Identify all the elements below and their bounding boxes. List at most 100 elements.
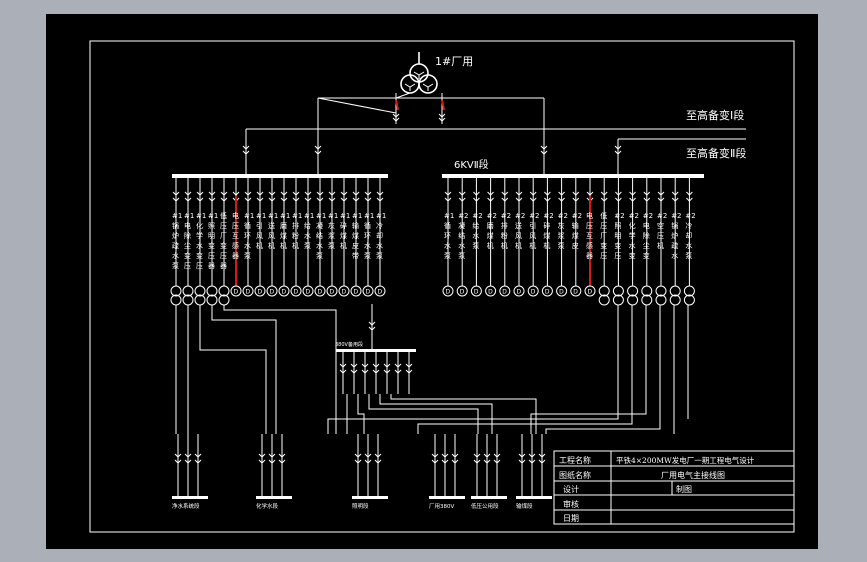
- bus-6kv-2: [442, 174, 704, 178]
- left-feeder-char: #1: [244, 212, 254, 220]
- left-feeder-char: 浆: [328, 231, 335, 240]
- right-feeder-10: 电压互感器 D: [584, 178, 596, 297]
- left-feeder-char: 给: [304, 221, 311, 230]
- right-feeder-char: 低: [600, 211, 607, 220]
- left-feeder-char: 泵: [328, 242, 335, 250]
- bus-380v-aux: [336, 349, 416, 352]
- right-feeder-char: #2: [501, 212, 511, 220]
- right-feeder-char: #2: [458, 212, 468, 220]
- left-feeder-char: 循: [364, 221, 371, 230]
- feed1-label: 至高备变Ⅰ段: [686, 108, 744, 122]
- bottom-bus-1: 化学水段: [256, 434, 292, 510]
- aux-feeder-5: [394, 352, 402, 394]
- right-feeder-char: 变: [614, 241, 621, 250]
- left-feeder-char: 输: [352, 221, 359, 230]
- right-feeder-17: #2冷却水泵: [683, 178, 696, 306]
- left-feeder-char: 环: [364, 232, 371, 240]
- right-feeder-char: 泵: [558, 242, 565, 250]
- right-feeder-char: 机: [657, 241, 664, 250]
- route-6: [357, 394, 365, 434]
- right-feeder-char: 泵: [685, 252, 692, 260]
- left-feeder-char: 明: [208, 232, 215, 240]
- motor-symbol: D: [378, 289, 383, 296]
- right-feeder-char: 结: [458, 231, 465, 240]
- aux-feeder-6: [405, 352, 413, 394]
- motor-symbol: D: [306, 289, 311, 296]
- left-feeder-char: 泵: [364, 252, 371, 260]
- right-feeder-char: 变: [600, 241, 607, 250]
- bottom-bus-bar: [256, 496, 292, 499]
- left-feeder-char: 水: [196, 241, 203, 250]
- right-feeder-3: #2磨煤机 D: [485, 178, 497, 297]
- left-feeder-char: 送: [268, 221, 275, 230]
- right-feeder-char: 输: [572, 221, 579, 230]
- left-feeder-char: 器: [220, 262, 227, 270]
- motor-symbol: D: [531, 289, 536, 296]
- left-feeder-char: 低: [220, 211, 227, 220]
- right-feeder-char: 碎: [543, 221, 550, 230]
- title-block-project-value: 平铁4×200MW发电厂一期工程电气设计: [616, 455, 755, 465]
- left-feeder-char: #1: [256, 212, 266, 220]
- motor-symbol: D: [294, 289, 299, 296]
- right-feeder-char: 给: [472, 221, 479, 230]
- title-block-drawing-value: 厂用电气主接线图: [661, 470, 725, 480]
- right-feeder-5: #2送风机 D: [513, 178, 525, 297]
- bottom-bus-2: 照明段: [352, 434, 388, 510]
- left-feeder-5: 电压互感器 D: [230, 178, 242, 297]
- left-feeder-char: 水: [364, 241, 371, 250]
- route-8: [379, 394, 493, 434]
- right-feeder-char: 却: [685, 231, 692, 240]
- right-feeder-char: 煤: [487, 231, 494, 240]
- right-feeder-char: #2: [543, 212, 553, 220]
- bottom-bus-label: 净水系统段: [172, 502, 200, 510]
- right-feeder-char: 环: [444, 232, 451, 240]
- left-feeder-char: 碎: [340, 221, 347, 230]
- right-feeder-char: 压: [614, 252, 621, 260]
- bottom-bus-bar: [352, 496, 388, 499]
- left-feeder-char: 泵: [304, 242, 311, 250]
- right-feeder-group: #1循环水泵D#2凝结水泵D#2给水泵D#2磨煤机D#2排粉机D#2送风机D#2…: [442, 178, 696, 306]
- right-feeder-char: 水: [671, 251, 678, 260]
- right-feeder-11: 低压厂变压: [598, 178, 610, 306]
- left-feeder-char: 机: [292, 241, 299, 250]
- left-feeder-char: #1: [376, 212, 386, 220]
- right-feeder-8: #2灰浆泵 D: [556, 178, 568, 297]
- right-feeder-char: 水: [458, 241, 465, 250]
- right-feeder-char: 机: [515, 241, 522, 250]
- motor-symbol: D: [545, 289, 550, 296]
- left-feeder-char: 泵: [244, 252, 251, 260]
- left-feeder-char: 排: [292, 221, 299, 230]
- left-feeder-char: 水: [244, 241, 251, 250]
- left-feeder-char: 器: [208, 262, 215, 270]
- left-feeder-char: 互: [232, 232, 239, 240]
- left-feeder-char: 除: [184, 231, 191, 240]
- title-block-date-label: 日期: [563, 514, 579, 523]
- left-feeder-char: 冷: [376, 221, 383, 230]
- right-feeder-9: #2输煤皮 D: [570, 178, 582, 297]
- right-feeder-char: 机: [529, 241, 536, 250]
- left-feeder-char: 感: [232, 241, 239, 250]
- right-feeder-char: #2: [671, 212, 681, 220]
- right-feeder-14: #2电除尘变: [641, 178, 653, 306]
- motor-symbol: D: [270, 289, 275, 296]
- left-feeder-char: #1: [172, 212, 182, 220]
- right-feeder-0: #1循环水泵 D: [442, 178, 454, 297]
- left-feeder-char: 循: [244, 221, 251, 230]
- motor-symbol: D: [446, 289, 451, 296]
- left-feeder-char: 机: [256, 241, 263, 250]
- left-feeder-12: #1凝结水泵 D: [314, 178, 326, 297]
- left-feeder-char: 引: [256, 221, 263, 230]
- right-feeder-char: #2: [643, 212, 653, 220]
- motor-symbol: D: [354, 289, 359, 296]
- right-feeder-char: 风: [515, 232, 522, 240]
- bottom-bus-4: 低压公用段: [471, 434, 507, 510]
- left-feeder-8: #1送风机 D: [266, 178, 278, 297]
- left-feeder-char: #1: [304, 212, 314, 220]
- right-feeder-char: 压: [657, 232, 664, 240]
- left-feeder-char: 水: [316, 241, 323, 250]
- right-feeder-char: 煤: [543, 231, 550, 240]
- left-feeder-char: 疏: [172, 241, 179, 250]
- drawing-sheet[interactable]: 1#厂用 至高备变Ⅰ段 至高备变Ⅱ段 6KVⅡ段 #1 锅炉疏水 泵 #1 电 …: [46, 14, 818, 549]
- right-feeder-char: #2: [487, 212, 497, 220]
- right-feeder-char: #2: [685, 212, 695, 220]
